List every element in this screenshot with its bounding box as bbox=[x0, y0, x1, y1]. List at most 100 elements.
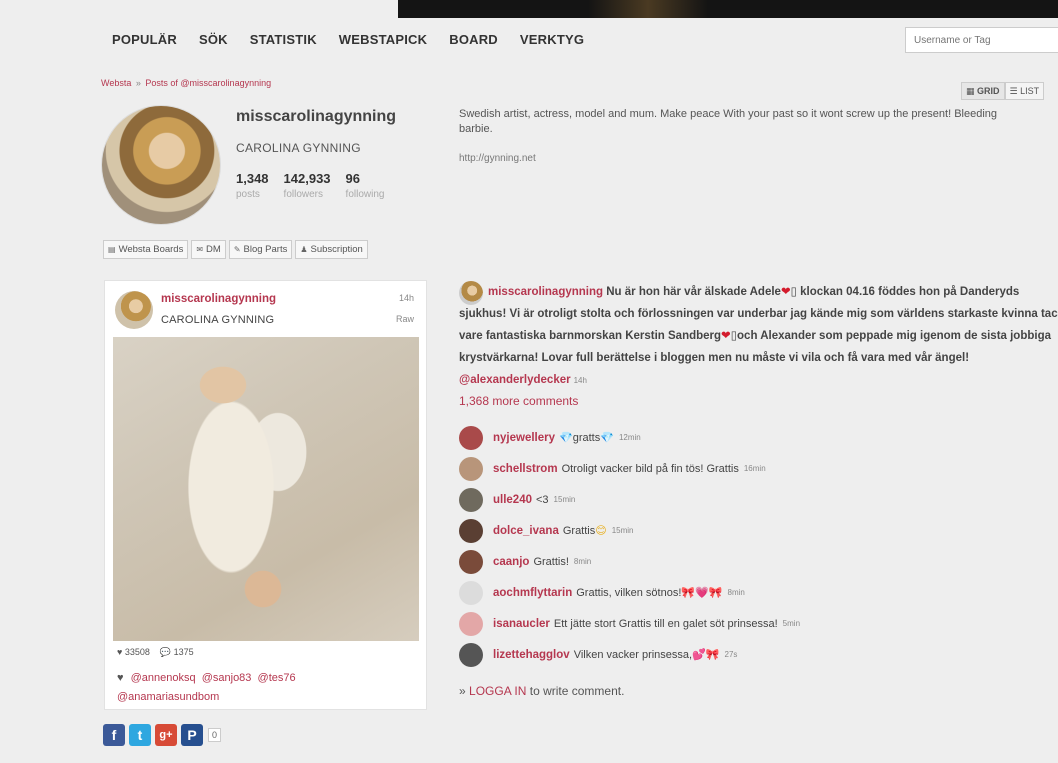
caption-username[interactable]: misscarolinagynning bbox=[488, 286, 603, 298]
comment-icon: 💬 bbox=[159, 647, 172, 657]
comment-avatar[interactable] bbox=[459, 456, 483, 481]
comments-list: nyjewellery 💎 gratts 💎 12min schellstrom… bbox=[459, 422, 1058, 670]
nav-item-webstapick[interactable]: WEBSTAPICK bbox=[339, 32, 427, 47]
comment-text: gratts bbox=[572, 431, 601, 444]
pocket-share-button[interactable]: P bbox=[181, 724, 203, 746]
dm-button[interactable]: ✉ DM bbox=[191, 240, 226, 259]
comment-username[interactable]: schellstrom bbox=[493, 463, 558, 475]
boards-icon: ▤ bbox=[108, 245, 116, 254]
comment-time: 15min bbox=[553, 495, 576, 504]
ribbon-heart-emoji-icon: 🎀💗🎀 bbox=[681, 587, 723, 599]
blog-parts-button[interactable]: ✎ Blog Parts bbox=[228, 240, 293, 259]
comment-avatar[interactable] bbox=[459, 518, 483, 543]
login-suffix: to write comment. bbox=[529, 684, 625, 698]
nav-item-tools[interactable]: VERKTYG bbox=[520, 32, 584, 47]
following-stat[interactable]: 96 following bbox=[346, 171, 385, 200]
login-link[interactable]: LOGGA IN bbox=[469, 684, 526, 698]
mail-icon: ✉ bbox=[196, 245, 204, 254]
unknown-glyph-icon: ▯ bbox=[790, 286, 797, 298]
post-caption: misscarolinagynning Nu är hon här vår äl… bbox=[459, 281, 1058, 392]
breadcrumb-current: Posts of @misscarolinagynning bbox=[145, 78, 272, 88]
blog-parts-label: Blog Parts bbox=[243, 244, 288, 255]
liker-link[interactable]: @tes76 bbox=[258, 672, 296, 684]
red-heart-icon: ❤ bbox=[721, 330, 731, 342]
nav-item-search[interactable]: SÖK bbox=[199, 32, 228, 47]
comment-item: lizettehagglov Vilken vacker prinsessa, … bbox=[459, 639, 1058, 670]
nav-item-board[interactable]: BOARD bbox=[449, 32, 498, 47]
comment-text: <3 bbox=[536, 493, 549, 506]
share-row: f t g+ P 0 bbox=[103, 724, 222, 746]
subscription-button[interactable]: ♟ Subscription bbox=[295, 240, 368, 259]
share-count: 0 bbox=[208, 728, 222, 742]
diamond-icon: 💎 bbox=[600, 432, 614, 444]
likes-stat[interactable]: ♥ 33508 bbox=[117, 647, 150, 658]
profile-stats: 1,348 posts 142,933 followers 96 followi… bbox=[236, 171, 399, 200]
comments-stat[interactable]: 💬 1375 bbox=[160, 647, 194, 658]
caption-time: 14h bbox=[573, 376, 587, 385]
profile-full-name: CAROLINA GYNNING bbox=[236, 141, 361, 155]
nav-item-popular[interactable]: POPULÄR bbox=[112, 32, 177, 47]
grid-view-button[interactable]: ▦ GRID bbox=[961, 82, 1005, 100]
caption-text-1: Nu är hon här vår älskade Adele bbox=[606, 286, 781, 298]
comment-item: ulle240 <3 15min bbox=[459, 484, 1058, 515]
comment-avatar[interactable] bbox=[459, 487, 483, 512]
grid-view-label: GRID bbox=[977, 86, 1000, 96]
comment-time: 8min bbox=[573, 557, 592, 566]
dm-label: DM bbox=[206, 244, 221, 255]
post-photo[interactable] bbox=[113, 337, 419, 641]
comment-username[interactable]: lizettehagglov bbox=[493, 649, 570, 661]
comment-username[interactable]: caanjo bbox=[493, 556, 529, 568]
card-full-name: CAROLINA GYNNING bbox=[161, 314, 275, 326]
google-plus-share-button[interactable]: g+ bbox=[155, 724, 177, 746]
comment-text: Grattis, vilken sötnos! bbox=[576, 586, 682, 599]
comment-text: Grattis bbox=[562, 524, 596, 537]
likes-count: 33508 bbox=[124, 647, 150, 657]
comment-item: caanjo Grattis! 8min bbox=[459, 546, 1058, 577]
person-icon: ♟ bbox=[300, 245, 308, 254]
followers-stat[interactable]: 142,933 followers bbox=[284, 171, 331, 200]
card-stats: ♥ 33508 💬 1375 bbox=[117, 647, 194, 658]
comment-item: schellstrom Otroligt vacker bild på fin … bbox=[459, 453, 1058, 484]
card-avatar[interactable] bbox=[115, 291, 153, 329]
following-label: following bbox=[345, 189, 385, 200]
comment-item: aochmflyttarin Grattis, vilken sötnos! 🎀… bbox=[459, 577, 1058, 608]
facebook-share-button[interactable]: f bbox=[103, 724, 125, 746]
comment-avatar[interactable] bbox=[459, 580, 483, 605]
liker-link[interactable]: @anamariasundbom bbox=[117, 691, 219, 703]
posts-stat[interactable]: 1,348 posts bbox=[236, 171, 269, 200]
comment-username[interactable]: nyjewellery bbox=[493, 432, 555, 444]
comment-avatar[interactable] bbox=[459, 549, 483, 574]
comment-username[interactable]: dolce_ivana bbox=[493, 525, 559, 537]
card-username[interactable]: misscarolinagynning bbox=[161, 293, 276, 305]
comment-username[interactable]: aochmflyttarin bbox=[493, 587, 572, 599]
login-prefix: » bbox=[459, 684, 466, 698]
twitter-share-button[interactable]: t bbox=[129, 724, 151, 746]
websta-boards-button[interactable]: ▤ Websta Boards bbox=[103, 240, 189, 259]
comment-avatar[interactable] bbox=[459, 425, 483, 450]
profile-avatar[interactable] bbox=[102, 106, 220, 224]
comment-time: 12min bbox=[618, 433, 641, 442]
view-toggle: ▦ GRID ☰ LIST bbox=[961, 82, 1045, 100]
comment-username[interactable]: isanaucler bbox=[493, 618, 550, 630]
profile-website-link[interactable]: http://gynning.net bbox=[459, 153, 536, 164]
breadcrumb-root[interactable]: Websta bbox=[101, 78, 131, 88]
nav-item-statistics[interactable]: STATISTIK bbox=[250, 32, 317, 47]
caption-mention[interactable]: @alexanderlydecker bbox=[459, 374, 571, 386]
comment-time: 27s bbox=[724, 650, 738, 659]
comment-avatar[interactable] bbox=[459, 611, 483, 636]
profile-username: misscarolinagynning bbox=[236, 108, 397, 125]
comment-avatar[interactable] bbox=[459, 642, 483, 667]
list-view-button[interactable]: ☰ LIST bbox=[1004, 82, 1045, 100]
wrench-icon: ✎ bbox=[233, 245, 241, 254]
card-time: 14h bbox=[398, 293, 414, 303]
liker-link[interactable]: @sanjo83 bbox=[202, 672, 252, 684]
red-heart-icon: ❤ bbox=[780, 286, 791, 298]
comment-item: nyjewellery 💎 gratts 💎 12min bbox=[459, 422, 1058, 453]
followers-label: followers bbox=[283, 189, 324, 200]
comment-username[interactable]: ulle240 bbox=[493, 494, 532, 506]
search-input[interactable] bbox=[905, 27, 1058, 53]
more-comments-link[interactable]: 1,368 more comments bbox=[459, 394, 578, 408]
liker-link[interactable]: @annenoksq bbox=[131, 672, 196, 684]
breadcrumb-separator: » bbox=[135, 78, 141, 88]
comment-text: Grattis! bbox=[533, 555, 569, 568]
